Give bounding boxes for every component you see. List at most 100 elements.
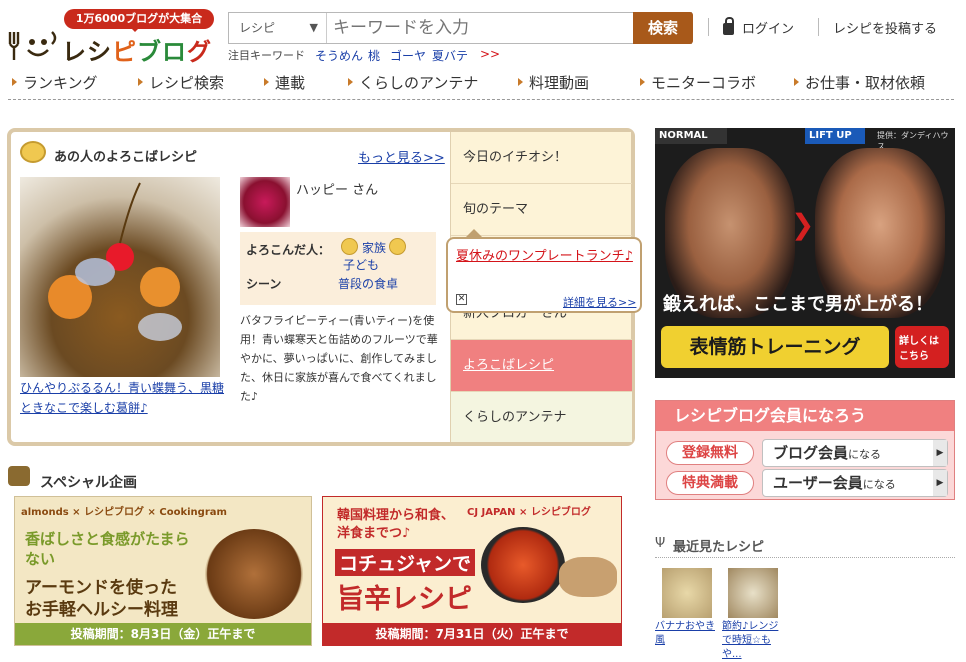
ad-headline: 鍛えれば、ここまで男が上がる！ (663, 294, 933, 315)
who-tag-child[interactable]: 子ども (343, 256, 379, 273)
special-title: スペシャル企画 (40, 475, 138, 491)
more-keywords-link[interactable]: >> (480, 47, 500, 61)
recent-thumb[interactable] (728, 568, 778, 618)
ad-banner[interactable]: NORMAL LIFT UP 提供：ダンディハウス ❯ 鍛えれば、ここまで男が上… (655, 128, 955, 378)
scene-label: シーン (246, 277, 282, 291)
recipe-photo[interactable] (20, 177, 220, 377)
divider (818, 18, 819, 36)
feature-title: あの人のよろこばレシピ (54, 150, 198, 165)
nav-label: ランキング (23, 74, 98, 92)
smiley-icon (20, 141, 46, 163)
divider (655, 557, 955, 558)
arrow-icon (640, 78, 649, 86)
arrow-right-icon: ❯ (791, 208, 815, 241)
banner-line: 韓国料理から和食、洋食までつ♪ (337, 508, 455, 541)
chevron-right-icon: ▶ (933, 440, 947, 466)
tab-antenna[interactable]: くらしのアンテナ (451, 392, 632, 442)
nav-antenna[interactable]: くらしのアンテナ (348, 72, 478, 93)
popup-detail-link[interactable]: 詳細を見る>> (563, 294, 636, 310)
banner-line: お手軽ヘルシー料理 (25, 600, 178, 620)
chevron-down-icon: ▼ (309, 21, 318, 34)
banner-brand: almonds × レシピブログ × Cookingram (21, 507, 227, 518)
nav-label: モニターコラボ (651, 74, 757, 92)
nav-label: 料理動画 (529, 74, 590, 92)
keyword-link[interactable]: ゴーヤ (390, 47, 426, 64)
logo-mark-icon (6, 30, 60, 62)
user-avatar[interactable] (240, 177, 290, 227)
more-link[interactable]: もっと見る>> (358, 147, 445, 166)
chevron-right-icon: ▶ (933, 470, 947, 496)
lock-icon (723, 17, 734, 35)
ad-cta[interactable]: 詳しくはこちら (895, 326, 949, 368)
recent-thumb[interactable] (662, 568, 712, 618)
login-label: ログイン (742, 22, 795, 37)
theme-popup: 夏休みのワンプレートランチ♪ ✕ 詳細を見る>> (446, 229, 642, 313)
member-title: レシピブログ会員になろう (656, 401, 954, 431)
tab-pickup[interactable]: 今日のイチオシ！ (451, 132, 632, 184)
recent-link[interactable]: 節約♪レンジで時短☆もや... (722, 620, 782, 662)
keyword-link[interactable]: 桃 (368, 47, 380, 64)
keyword-link[interactable]: そうめん (315, 47, 363, 64)
dish-image (481, 527, 565, 603)
search-bar: レシピ ▼ 検索 (228, 12, 693, 44)
fish-image (559, 557, 617, 597)
free-tag: 登録無料 (666, 441, 754, 465)
smiley-icon (341, 238, 358, 255)
scene-tag[interactable]: 普段の食卓 (338, 275, 398, 292)
member-box: レシピブログ会員になろう 登録無料 特典満載 ブログ会員になる ▶ ユーザー会員に… (655, 400, 955, 500)
recent-link[interactable]: バナナおやき風 (655, 620, 715, 648)
popup-title-link[interactable]: 夏休みのワンプレートランチ♪ (456, 247, 636, 267)
close-icon[interactable]: ✕ (456, 294, 467, 305)
nav-monitor[interactable]: モニターコラボ (640, 72, 756, 93)
recent-title: 最近見たレシピ (673, 540, 765, 555)
keyword-link[interactable]: 夏バテ (432, 47, 468, 64)
search-category-select[interactable]: レシピ ▼ (229, 13, 327, 43)
nav-recipe-search[interactable]: レシピ検索 (138, 72, 224, 93)
search-category-value: レシピ (239, 21, 276, 35)
search-input[interactable] (327, 13, 633, 43)
tab-yorokoba[interactable]: よろこばレシピ (451, 340, 632, 392)
nav-series[interactable]: 連載 (264, 72, 305, 93)
nav-ranking[interactable]: ランキング (12, 72, 98, 93)
arrow-icon (794, 78, 803, 86)
smiley-icon (389, 238, 406, 255)
nav-business[interactable]: お仕事・取材依頼 (794, 72, 925, 93)
ad-product: 表情筋トレーニング (661, 326, 889, 368)
post-recipe-link[interactable]: レシピを投稿する (833, 18, 937, 37)
arrow-icon (264, 78, 273, 86)
banner-line: 旨辛レシピ (337, 584, 472, 615)
search-button[interactable]: 検索 (633, 12, 693, 44)
banner-line: コチュジャンで (335, 549, 476, 576)
arrow-icon (12, 78, 21, 86)
gochujang-banner[interactable]: CJ JAPAN × レシピブログ 韓国料理から和食、洋食までつ♪ コチュジャン… (322, 496, 622, 646)
nav-video[interactable]: 料理動画 (518, 72, 589, 93)
arrow-icon (138, 78, 147, 86)
logo-text-part: レシ (62, 38, 112, 66)
gift-icon (8, 466, 30, 486)
logo-text-part: ピ (112, 38, 137, 66)
almond-banner[interactable]: almonds × レシピブログ × Cookingram 香ばしさと食感がたま… (14, 496, 312, 646)
recipe-description: バタフライピーティー(青いティー)を使用！青い蝶寒天と缶詰めのフルーツで華やかに… (240, 314, 438, 403)
nav-label: くらしのアンテナ (359, 74, 479, 92)
recipe-title-link[interactable]: ひんやりぷるるん！青い蝶舞う、黒糖ときなこで楽しむ葛餅♪ (20, 378, 230, 418)
divider (708, 18, 709, 36)
nav-label: レシピ検索 (149, 74, 225, 92)
site-logo[interactable]: レシピブログ (62, 32, 212, 67)
ad-normal-label: NORMAL (655, 128, 727, 144)
arrow-icon (518, 78, 527, 86)
blog-member-button[interactable]: ブログ会員になる ▶ (762, 439, 948, 467)
banner-period: 投稿期間：7月31日（火）正午まで (323, 623, 621, 645)
user-name[interactable]: ハッピー さん (296, 179, 378, 198)
login-link[interactable]: ログイン (723, 17, 795, 37)
button-label: ユーザー会員 (773, 474, 863, 492)
button-sub-label: になる (848, 448, 882, 461)
who-tag-family[interactable]: 家族 (362, 239, 386, 256)
button-sub-label: になる (862, 478, 896, 491)
nav-label: お仕事・取材依頼 (805, 74, 926, 92)
user-member-button[interactable]: ユーザー会員になる ▶ (762, 469, 948, 497)
ad-liftup-label: LIFT UP (805, 128, 865, 144)
fork-icon: Ψ (655, 536, 666, 551)
logo-text-part: グ (187, 38, 212, 66)
who-label: よろこんだ人： (246, 243, 331, 257)
keywords-label: 注目キーワード (228, 49, 305, 62)
